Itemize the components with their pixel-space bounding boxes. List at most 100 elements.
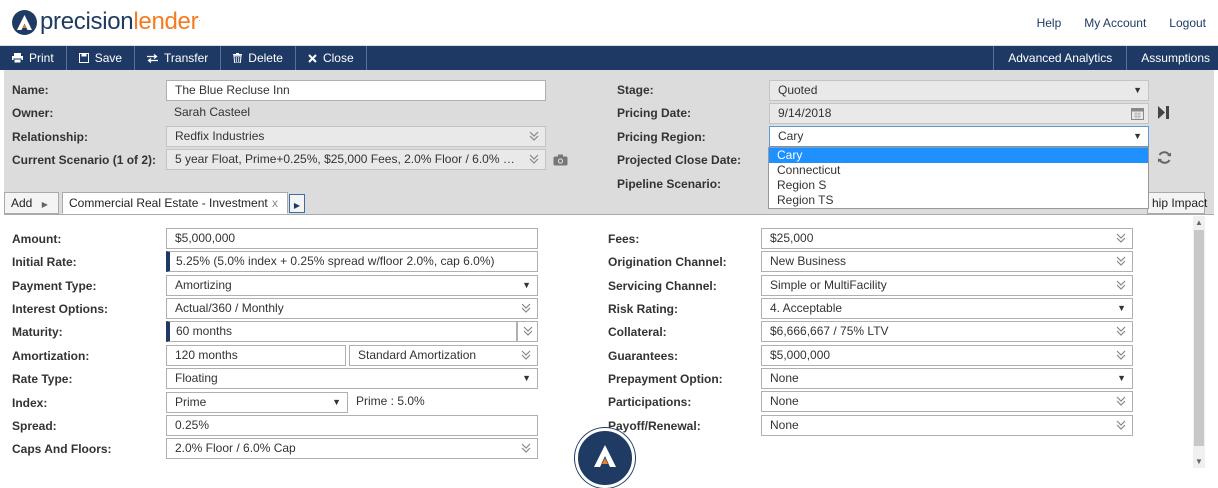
index-select[interactable]: Prime ▼: [166, 392, 348, 413]
caps-and-floors-select[interactable]: 2.0% Floor / 6.0% Cap: [166, 438, 538, 459]
maturity-label: Maturity:: [12, 325, 63, 339]
amortization-input[interactable]: 120 months: [166, 345, 346, 366]
guarantees-select[interactable]: $5,000,000: [761, 345, 1133, 366]
payoff-renewal-select[interactable]: None: [761, 415, 1133, 436]
name-input[interactable]: The Blue Recluse Inn: [166, 80, 546, 101]
region-option-region-s[interactable]: Region S: [769, 178, 1148, 193]
payoff-renewal-value: None: [770, 418, 799, 432]
servicing-channel-label: Servicing Channel:: [608, 279, 717, 293]
current-scenario-select[interactable]: 5 year Float, Prime+0.25%, $25,000 Fees,…: [166, 149, 546, 170]
origination-channel-value: New Business: [770, 254, 847, 268]
origination-channel-label: Origination Channel:: [608, 255, 727, 269]
spread-label: Spread:: [12, 419, 57, 433]
payment-type-select[interactable]: Amortizing ▼: [166, 275, 538, 296]
add-tab-button[interactable]: Add ▶: [4, 192, 59, 214]
advanced-analytics-button[interactable]: Advanced Analytics: [993, 46, 1126, 70]
collateral-select[interactable]: $6,666,667 / 75% LTV: [761, 321, 1133, 342]
logout-link[interactable]: Logout: [1169, 16, 1206, 30]
amortization-type-value: Standard Amortization: [358, 348, 477, 362]
double-chevron-down-icon: [1116, 256, 1126, 266]
maturity-input[interactable]: 60 months: [166, 321, 517, 342]
guarantees-label: Guarantees:: [608, 349, 679, 363]
caret-down-icon: ▼: [1133, 131, 1142, 141]
help-link[interactable]: Help: [1037, 16, 1062, 30]
delete-label: Delete: [248, 51, 283, 65]
pricing-date-input[interactable]: 9/14/2018: [769, 103, 1149, 124]
double-chevron-down-icon: [1116, 280, 1126, 290]
double-chevron-down-icon: [1116, 350, 1126, 360]
tab-commercial-real-estate-investment[interactable]: Commercial Real Estate - Investment x: [62, 192, 288, 214]
vertical-scrollbar[interactable]: ▲ ▼: [1193, 216, 1205, 468]
maturity-dropdown-button[interactable]: [517, 321, 538, 342]
save-label: Save: [94, 51, 123, 65]
tab-relationship-impact[interactable]: hip Impact: [1147, 192, 1207, 214]
rate-type-select[interactable]: Floating ▼: [166, 368, 538, 389]
stage-value: Quoted: [778, 83, 818, 97]
camera-icon[interactable]: [553, 154, 568, 169]
fees-label: Fees:: [608, 232, 640, 246]
amortization-type-select[interactable]: Standard Amortization: [349, 345, 538, 366]
region-option-region-ts[interactable]: Region TS: [769, 193, 1148, 208]
print-icon: [12, 53, 23, 63]
current-scenario-label: Current Scenario (1 of 2):: [12, 153, 157, 167]
caret-down-icon: ▼: [1117, 373, 1126, 383]
relationship-value: Redfix Industries: [175, 129, 265, 143]
my-account-link[interactable]: My Account: [1084, 16, 1146, 30]
top-header: precision lender . Help My Account Logou…: [0, 0, 1218, 46]
relationship-select[interactable]: Redfix Industries: [166, 126, 546, 147]
owner-value: Sarah Casteel: [174, 105, 251, 119]
name-label: Name:: [12, 83, 49, 97]
amount-input[interactable]: $5,000,000: [166, 228, 538, 249]
prepayment-option-label: Prepayment Option:: [608, 372, 723, 386]
print-label: Print: [29, 51, 54, 65]
delete-button[interactable]: Delete: [221, 46, 296, 70]
caret-down-icon: ▼: [522, 280, 531, 290]
collateral-label: Collateral:: [608, 325, 667, 339]
assumptions-button[interactable]: Assumptions: [1126, 46, 1218, 70]
region-option-connecticut[interactable]: Connecticut: [769, 163, 1148, 178]
toolbar-right: Advanced Analytics Assumptions: [993, 46, 1218, 70]
assistant-launcher-icon[interactable]: [575, 428, 635, 488]
participations-label: Participations:: [608, 395, 692, 409]
header-links: Help My Account Logout: [1037, 16, 1206, 30]
collateral-value: $6,666,667 / 75% LTV: [770, 324, 889, 338]
amortization-label: Amortization:: [12, 349, 90, 363]
logo-dot: .: [198, 14, 201, 23]
save-icon: [78, 53, 89, 63]
scroll-up-icon[interactable]: ▲: [1195, 218, 1203, 227]
caret-right-icon: ▶: [293, 201, 301, 210]
tab-close-icon[interactable]: x: [272, 193, 278, 213]
pricing-region-value: Cary: [778, 129, 804, 143]
servicing-channel-select[interactable]: Simple or MultiFacility: [761, 275, 1133, 296]
print-button[interactable]: Print: [0, 46, 67, 70]
fees-select[interactable]: $25,000: [761, 228, 1133, 249]
double-chevron-down-icon: [1116, 233, 1126, 243]
payoff-renewal-label: Payoff/Renewal:: [608, 419, 701, 433]
prepayment-option-select[interactable]: None ▼: [761, 368, 1133, 389]
risk-rating-select[interactable]: 4. Acceptable ▼: [761, 298, 1133, 319]
close-button[interactable]: Close: [296, 46, 367, 70]
precisionlender-logo[interactable]: precision lender .: [12, 8, 201, 36]
participations-select[interactable]: None: [761, 391, 1133, 412]
refresh-icon[interactable]: [1157, 150, 1172, 168]
skip-to-end-icon[interactable]: [1158, 106, 1169, 122]
pricing-region-dropdown: Cary Connecticut Region S Region TS: [768, 147, 1149, 209]
double-chevron-down-icon: [529, 131, 539, 141]
amount-label: Amount:: [12, 232, 62, 246]
origination-channel-select[interactable]: New Business: [761, 251, 1133, 272]
tab-scroll-right-button[interactable]: ▶: [289, 194, 305, 213]
caps-and-floors-label: Caps And Floors:: [12, 442, 112, 456]
initial-rate-input[interactable]: 5.25% (5.0% index + 0.25% spread w/floor…: [166, 251, 538, 272]
stage-select[interactable]: Quoted ▼: [769, 80, 1149, 101]
pricing-date-label: Pricing Date:: [617, 106, 692, 120]
pricing-region-select[interactable]: Cary ▼: [769, 126, 1149, 147]
scrollbar-thumb[interactable]: [1194, 230, 1204, 446]
interest-options-select[interactable]: Actual/360 / Monthly: [166, 298, 538, 319]
save-button[interactable]: Save: [67, 46, 136, 70]
transfer-button[interactable]: Transfer: [135, 46, 222, 70]
spread-input[interactable]: 0.25%: [166, 415, 538, 436]
double-chevron-down-icon: [521, 350, 531, 360]
region-option-cary[interactable]: Cary: [769, 148, 1148, 163]
calendar-icon[interactable]: [1131, 107, 1144, 120]
scroll-down-icon[interactable]: ▼: [1195, 457, 1203, 466]
